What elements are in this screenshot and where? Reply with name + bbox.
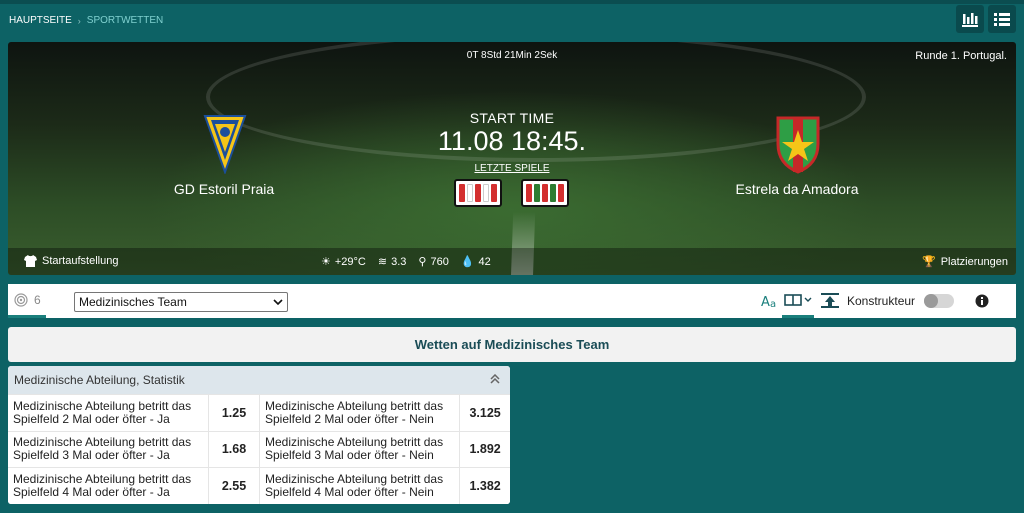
collapse-icon	[821, 293, 839, 308]
breadcrumb-current[interactable]: SPORTWETTEN	[87, 15, 163, 26]
bet-odd[interactable]: 1.382	[459, 468, 510, 504]
bet-odd[interactable]: 1.892	[459, 431, 510, 468]
toggle-knob	[924, 294, 938, 308]
start-time-value: 11.08 18:45.	[437, 126, 587, 156]
lineup-button[interactable]: Startaufstellung	[24, 255, 118, 267]
chevron-down-icon	[273, 299, 283, 305]
collapse-all-button[interactable]	[821, 293, 839, 308]
form-result-bar	[526, 184, 532, 202]
count-tab-indicator	[8, 315, 46, 318]
home-team-form[interactable]	[454, 179, 502, 207]
target-icon	[14, 293, 28, 307]
form-result-bar	[542, 184, 548, 202]
market-panel: Medizinische Abteilung, Statistik Medizi…	[8, 366, 510, 504]
bet-odd[interactable]: 3.125	[459, 395, 510, 431]
wind-icon: ≋	[377, 256, 388, 268]
market-header[interactable]: Medizinische Abteilung, Statistik	[8, 366, 510, 394]
form-result-bar	[550, 184, 556, 202]
market-row: Medizinische Abteilung betritt das Spiel…	[8, 394, 510, 431]
match-countdown: 0T 8Std 21Min 2Sek	[466, 50, 558, 61]
market-row: Medizinische Abteilung betritt das Spiel…	[8, 430, 510, 468]
bet-option-no[interactable]: Medizinische Abteilung betritt das Spiel…	[259, 468, 510, 504]
list-icon	[994, 13, 1010, 26]
trophy-icon: 🏆	[922, 256, 936, 268]
svg-text:A: A	[761, 295, 770, 309]
form-result-bar	[475, 184, 481, 202]
market-count-value: 6	[34, 293, 41, 307]
form-result-bar	[459, 184, 465, 202]
market-category-value: Medizinisches Team	[79, 295, 187, 309]
form-result-bar	[491, 184, 497, 202]
breadcrumb: HAUPTSEITE › SPORTWETTEN	[9, 15, 163, 26]
top-strip	[0, 0, 1024, 4]
form-result-bar	[558, 184, 564, 202]
pressure-value: 760	[430, 255, 449, 268]
layout-columns-button[interactable]	[784, 293, 814, 307]
sun-icon: ☀	[321, 256, 331, 268]
form-result-bar	[483, 184, 489, 202]
font-size-icon: A a	[761, 295, 776, 309]
form-result-bar	[467, 184, 473, 202]
svg-text:a: a	[770, 299, 776, 309]
chevron-double-up-icon[interactable]	[490, 374, 500, 384]
form-result-bar	[534, 184, 540, 202]
bet-option-no[interactable]: Medizinische Abteilung betritt das Spiel…	[259, 431, 510, 468]
match-hero: 0T 8Std 21Min 2Sek Runde 1. Portugal. GD…	[8, 42, 1016, 275]
market-count[interactable]: 6	[14, 293, 41, 307]
wind-value: 3.3	[391, 255, 407, 268]
market-title: Medizinische Abteilung, Statistik	[14, 373, 185, 387]
last-games-link[interactable]: LETZTE SPIELE	[8, 163, 1016, 174]
away-team-form[interactable]	[521, 179, 569, 207]
list-view-button[interactable]	[988, 5, 1016, 33]
lineup-label: Startaufstellung	[42, 255, 119, 267]
humidity-value: 42	[478, 255, 491, 268]
placements-button[interactable]: 🏆 Platzierungen	[922, 255, 1008, 269]
home-team-name[interactable]: GD Estoril Praia	[124, 181, 324, 197]
bet-option-yes[interactable]: Medizinische Abteilung betritt das Spiel…	[8, 468, 259, 504]
constructor-label: Konstrukteur	[847, 294, 916, 308]
layout-tab-indicator	[782, 315, 814, 318]
weather-info: ☀ +29°C ≋ 3.3 ⚲ 760 💧 42	[321, 255, 491, 269]
bar-chart-icon	[962, 13, 978, 27]
bet-option-yes[interactable]: Medizinische Abteilung betritt das Spiel…	[8, 431, 259, 468]
constructor-toggle[interactable]	[924, 294, 954, 308]
market-category-select[interactable]: Medizinisches Team	[74, 292, 288, 312]
away-team-name[interactable]: Estrela da Amadora	[697, 181, 897, 197]
breadcrumb-separator-icon: ›	[77, 15, 81, 26]
bet-option-label: Medizinische Abteilung betritt das Spiel…	[260, 468, 460, 504]
bet-odd[interactable]: 1.68	[208, 431, 259, 468]
bet-option-yes[interactable]: Medizinische Abteilung betritt das Spiel…	[8, 395, 259, 431]
info-icon[interactable]	[975, 294, 989, 308]
bet-option-label: Medizinische Abteilung betritt das Spiel…	[260, 431, 460, 468]
columns-icon	[784, 294, 812, 306]
humidity-icon: 💧	[460, 256, 475, 268]
match-info-bar: Startaufstellung ☀ +29°C ≋ 3.3 ⚲ 760 💧 42 🏆 …	[8, 248, 1016, 275]
bets-section-title: Wetten auf Medizinisches Team	[8, 327, 1016, 362]
shirt-icon	[24, 255, 37, 267]
bet-option-label: Medizinische Abteilung betritt das Spiel…	[8, 431, 208, 468]
breadcrumb-home[interactable]: HAUPTSEITE	[9, 15, 72, 26]
match-round: Runde 1. Portugal.	[915, 50, 1007, 62]
statistics-button[interactable]	[956, 5, 984, 33]
placements-label: Platzierungen	[940, 255, 1008, 268]
bet-option-label: Medizinische Abteilung betritt das Spiel…	[8, 395, 208, 431]
bet-odd[interactable]: 2.55	[208, 468, 259, 504]
bet-option-label: Medizinische Abteilung betritt das Spiel…	[260, 395, 460, 431]
bet-option-label: Medizinische Abteilung betritt das Spiel…	[8, 468, 208, 504]
market-filter-bar: 6 Medizinisches Team A a Konstrukteur	[8, 284, 1016, 318]
font-size-button[interactable]: A a	[761, 293, 779, 309]
market-row: Medizinische Abteilung betritt das Spiel…	[8, 467, 510, 504]
bet-odd[interactable]: 1.25	[208, 395, 259, 431]
bet-option-no[interactable]: Medizinische Abteilung betritt das Spiel…	[259, 395, 510, 431]
start-time-label: START TIME	[469, 110, 555, 126]
temperature-value: +29°C	[334, 255, 366, 268]
pressure-icon: ⚲	[418, 256, 427, 268]
